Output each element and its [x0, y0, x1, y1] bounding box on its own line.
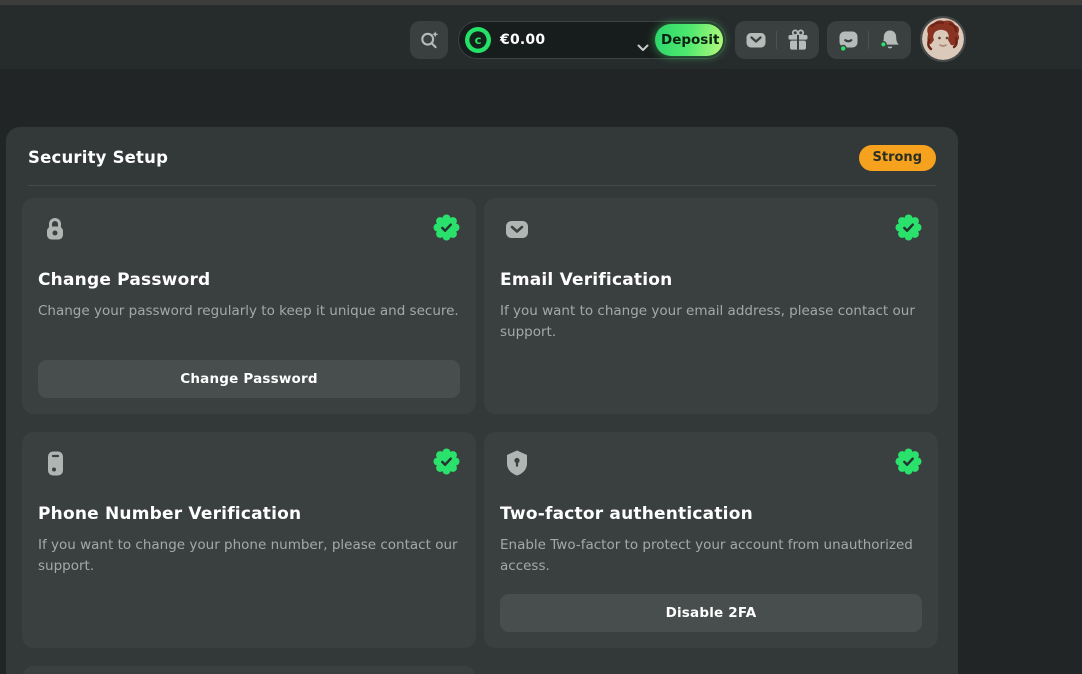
deposit-button[interactable]: Deposit: [655, 24, 723, 56]
chat-button[interactable]: [827, 21, 868, 59]
phone-verification-card: Phone Number Verification If you want to…: [22, 432, 476, 648]
two-factor-card: Two-factor authentication Enable Two-fac…: [484, 432, 938, 648]
verified-badge-icon: [433, 448, 460, 475]
chat-notifications-button-group: [827, 21, 911, 59]
mail-button[interactable]: [735, 21, 776, 59]
wallet-balance-selector[interactable]: c €0.00 Deposit: [458, 21, 726, 59]
card-description: Change your password regularly to keep i…: [38, 301, 460, 322]
verified-badge-icon: [433, 214, 460, 241]
card-title: Email Verification: [500, 270, 922, 290]
email-verification-card: Email Verification If you want to change…: [484, 198, 938, 414]
user-avatar[interactable]: [920, 16, 966, 62]
change-password-button[interactable]: Change Password: [38, 360, 460, 398]
card-description: If you want to change your phone number,…: [38, 535, 460, 578]
verified-badge-icon: [895, 448, 922, 475]
envelope-icon: [502, 214, 532, 246]
lock-icon: [40, 214, 70, 246]
page-title: Security Setup: [28, 148, 168, 167]
card-title: Change Password: [38, 270, 460, 290]
mail-gift-button-group: [735, 21, 819, 59]
coin-icon: c: [465, 27, 491, 53]
security-setup-panel: Security Setup Strong: [6, 127, 958, 674]
phone-icon: [40, 448, 70, 480]
shield-keyhole-icon: [502, 448, 532, 480]
change-password-card: Change Password Change your password reg…: [22, 198, 476, 414]
chat-icon: [836, 28, 860, 52]
mail-icon: [744, 28, 768, 52]
balance-amount: €0.00: [500, 32, 545, 48]
card-title: Two-factor authentication: [500, 504, 922, 524]
card-description: Enable Two-factor to protect your accoun…: [500, 535, 922, 578]
search-icon: [419, 30, 440, 51]
security-cards-grid: Change Password Change your password reg…: [22, 198, 938, 674]
card-description: If you want to change your email address…: [500, 301, 922, 344]
gift-button[interactable]: [777, 21, 818, 59]
search-button[interactable]: [410, 21, 448, 59]
disable-2fa-button[interactable]: Disable 2FA: [500, 594, 922, 632]
chevron-down-icon: [637, 37, 649, 56]
top-navigation-bar: c €0.00 Deposit: [0, 5, 1082, 69]
bell-icon: [878, 28, 902, 52]
section-divider: [28, 185, 936, 186]
verified-badge-icon: [895, 214, 922, 241]
password-strength-badge: Strong: [859, 145, 936, 171]
partial-card: [22, 666, 476, 674]
card-title: Phone Number Verification: [38, 504, 460, 524]
gift-icon: [786, 28, 810, 52]
notifications-button[interactable]: [869, 21, 910, 59]
svg-text:c: c: [475, 33, 482, 47]
